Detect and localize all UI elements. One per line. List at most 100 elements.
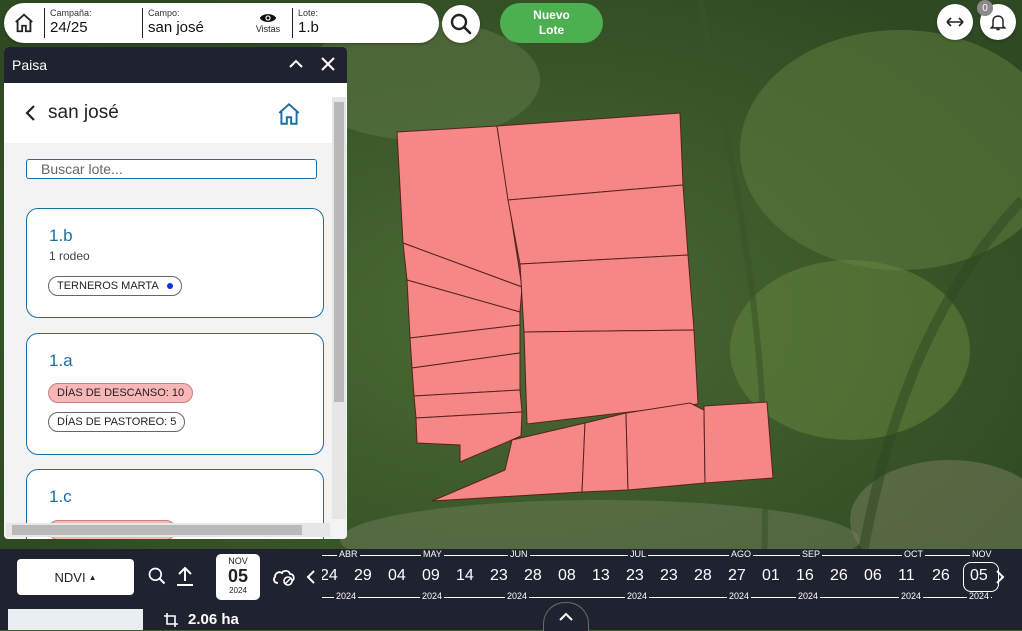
vistas-label: Vistas <box>255 24 281 34</box>
timeline-month: SEP <box>800 549 823 559</box>
timeline-day[interactable]: 27 <box>728 567 746 585</box>
lot-card-name: 1.a <box>49 351 73 370</box>
lot-card-sub: 1 rodeo <box>49 249 90 263</box>
timeline-day[interactable]: 11 <box>898 567 915 585</box>
chevron-up-icon[interactable] <box>287 55 305 73</box>
lot-search-placeholder: Buscar lote... <box>41 161 123 177</box>
campo-label: Campo: <box>148 8 180 18</box>
timeline-day[interactable]: 24 <box>322 567 338 585</box>
nuevo-lote-button[interactable]: Nuevo Lote <box>500 3 603 43</box>
cloud-filter-icon[interactable] <box>271 565 297 587</box>
timeline-day[interactable]: 04 <box>388 567 406 585</box>
timeline-day[interactable]: 26 <box>932 567 950 585</box>
layer-label: NDVI <box>54 569 86 585</box>
timeline-day[interactable]: 13 <box>592 567 610 585</box>
chevron-left-icon[interactable] <box>306 569 316 585</box>
timeline-day[interactable]: 16 <box>796 567 814 585</box>
timeline-day[interactable]: 01 <box>762 567 780 585</box>
search-button[interactable] <box>442 5 480 43</box>
lot-chip-text: DÍAS DE PASTOREO: 5 <box>57 416 177 428</box>
timeline-day[interactable]: 23 <box>490 567 508 585</box>
panel-vertical-scrollbar[interactable] <box>332 97 346 519</box>
lot-card[interactable]: 1.b 1 rodeo TERNEROS MARTA <box>26 208 324 318</box>
lot-chip-text: TERNEROS MARTA <box>57 280 159 292</box>
timeline-bar: NDVI ▲ NOV 05 2024 ABR MAY JUN JUL AGO S… <box>0 549 1022 605</box>
scroll-thumb[interactable] <box>12 525 302 535</box>
timeline-year: 2024 <box>420 591 445 601</box>
timeline-year: 2024 <box>796 591 821 601</box>
swap-button[interactable] <box>937 4 973 40</box>
campana-selector[interactable]: Campaña: 24/25 <box>44 8 142 38</box>
lot-chip-text: DÍAS DE DESCANSO: 10 <box>57 387 185 399</box>
back-arrow-icon[interactable] <box>24 104 38 122</box>
crop-icon <box>164 613 178 627</box>
timeline-day[interactable]: 26 <box>830 567 848 585</box>
campo-value: san josé <box>148 19 204 36</box>
swap-arrows-icon <box>946 17 964 27</box>
timeline-month: NOV <box>970 549 992 559</box>
eye-icon <box>259 14 277 22</box>
lot-polygon <box>703 401 774 484</box>
home-icon[interactable] <box>276 101 302 127</box>
layer-selector[interactable]: NDVI ▲ <box>17 559 134 595</box>
nuevo-lote-line2: Lote <box>538 23 565 37</box>
vistas-button[interactable]: Vistas <box>248 12 288 34</box>
timeline-day[interactable]: 28 <box>694 567 712 585</box>
timeline-day[interactable]: 08 <box>558 567 576 585</box>
campana-label: Campaña: <box>50 8 92 18</box>
zoom-search-icon[interactable] <box>147 566 167 586</box>
timeline-year: 2024 <box>334 591 359 601</box>
panel-header: Paisa <box>4 47 347 83</box>
panel-subheader: san josé <box>4 83 347 143</box>
lot-search-input[interactable]: Buscar lote... <box>26 159 317 179</box>
timeline-day[interactable]: 14 <box>456 567 474 585</box>
bell-icon <box>989 15 1007 31</box>
timeline-day[interactable]: 23 <box>626 567 644 585</box>
campana-value: 24/25 <box>50 19 88 36</box>
timeline-strip[interactable]: ABR MAY JUN JUL AGO SEP OCT NOV 2024 202… <box>322 549 992 605</box>
timeline-day[interactable]: 29 <box>354 567 372 585</box>
selected-day: 05 <box>227 566 249 586</box>
selected-day-highlight <box>963 562 999 592</box>
lot-polygon <box>581 412 629 493</box>
timeline-year: 2024 <box>899 591 924 601</box>
lot-chip[interactable]: DÍAS DE PASTOREO: 5 <box>48 412 186 432</box>
chevron-right-icon[interactable] <box>995 569 1005 585</box>
timeline-year: 2024 <box>505 591 530 601</box>
timeline-month: JUN <box>508 549 530 559</box>
lot-chip[interactable]: TERNEROS MARTA <box>48 276 182 296</box>
home-icon <box>15 13 33 33</box>
timeline-day[interactable]: 23 <box>660 567 678 585</box>
lot-card-name: 1.b <box>49 226 73 245</box>
selected-month: NOV <box>228 556 248 566</box>
lot-polygon <box>519 254 695 333</box>
panel-horizontal-scrollbar[interactable] <box>6 523 330 537</box>
timeline-month: AGO <box>729 549 754 559</box>
timeline-day[interactable]: 28 <box>524 567 542 585</box>
timeline-month: MAY <box>421 549 444 559</box>
timeline-month: OCT <box>902 549 925 559</box>
lote-selector[interactable]: Lote: 1.b <box>292 8 418 38</box>
lot-card-name: 1.c <box>49 487 72 506</box>
top-bar: Campaña: 24/25 Campo: san josé Vistas Lo… <box>4 3 439 43</box>
nuevo-lote-line1: Nuevo <box>533 8 570 22</box>
close-icon[interactable] <box>319 55 337 73</box>
lot-thumbnail <box>8 609 143 630</box>
field-name: san josé <box>48 102 119 123</box>
campo-selector[interactable]: Campo: san josé <box>142 8 248 38</box>
lot-card[interactable]: 1.a DÍAS DE DESCANSO: 10 DÍAS DE PASTORE… <box>26 333 324 455</box>
home-button[interactable] <box>4 3 44 43</box>
lot-polygon <box>625 402 706 491</box>
timeline-year: 2024 <box>727 591 752 601</box>
timeline-day[interactable]: 06 <box>864 567 882 585</box>
selected-date[interactable]: NOV 05 2024 <box>216 554 260 600</box>
scroll-thumb[interactable] <box>334 102 344 402</box>
chevron-up-icon <box>559 612 573 621</box>
lot-chip[interactable]: DÍAS DE DESCANSO: 10 <box>48 383 194 403</box>
lot-area: 2.06 ha <box>188 611 239 628</box>
upload-icon[interactable] <box>175 565 195 587</box>
lote-label: Lote: <box>298 8 319 18</box>
search-icon <box>450 13 472 35</box>
caret-up-icon: ▲ <box>88 572 97 582</box>
timeline-day[interactable]: 09 <box>422 567 440 585</box>
